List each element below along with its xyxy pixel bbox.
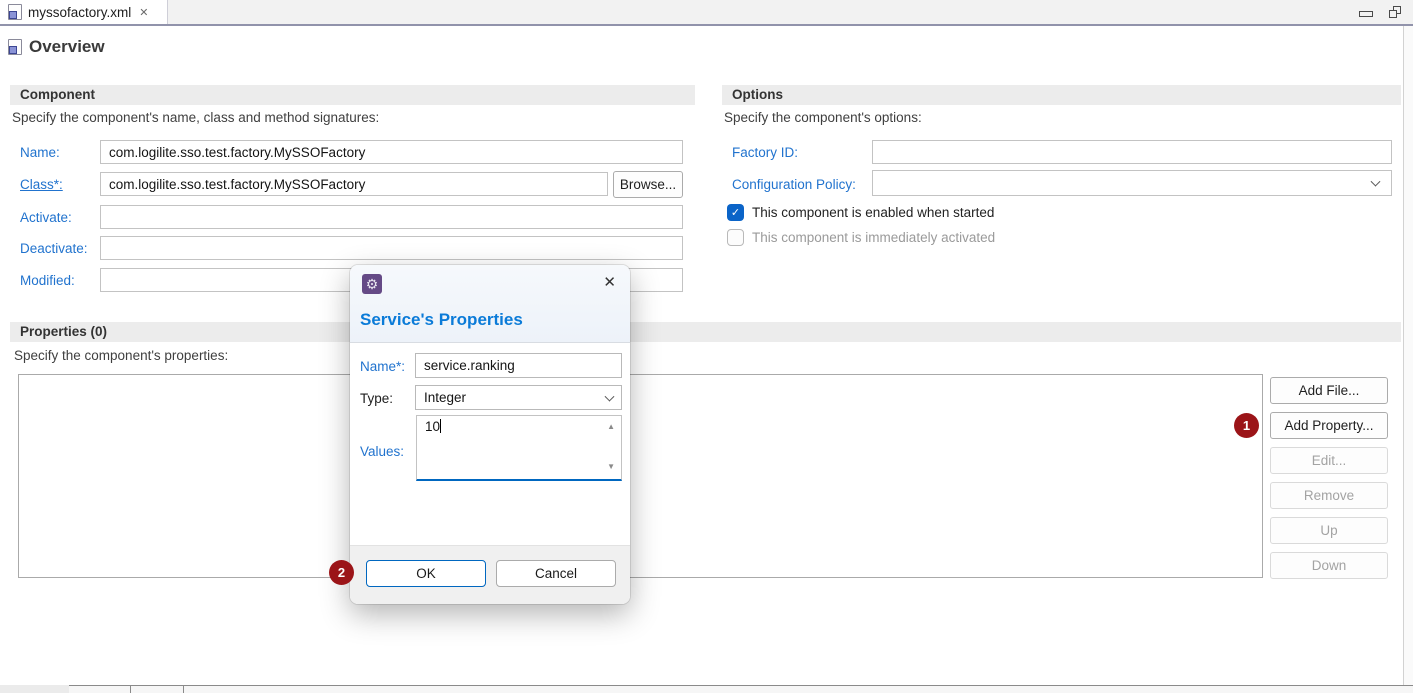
- page-title: Overview: [29, 37, 105, 57]
- chevron-down-icon: [605, 391, 615, 401]
- options-section-header: Options: [722, 85, 1401, 105]
- bottom-page-tabs[interactable]: [69, 685, 1413, 693]
- component-name-input[interactable]: [100, 140, 683, 164]
- dialog-close-icon[interactable]: ✕: [603, 273, 616, 291]
- scroll-up-icon[interactable]: ▲: [607, 422, 615, 431]
- dialog-values-textarea[interactable]: 10 ▲ ▼: [416, 415, 622, 481]
- editor-window: myssofactory.xml ✕ Overview Component Sp…: [0, 0, 1413, 693]
- properties-list[interactable]: [18, 374, 1263, 578]
- chevron-down-icon: [1371, 177, 1381, 187]
- overview-icon: [8, 39, 22, 55]
- class-label-link[interactable]: Class*:: [20, 177, 63, 192]
- bottom-page-tab-strip: [0, 685, 1413, 693]
- component-section-subtitle: Specify the component's name, class and …: [12, 110, 379, 125]
- dialog-footer: OK Cancel: [350, 545, 630, 604]
- down-button[interactable]: Down: [1270, 552, 1388, 579]
- add-file-button[interactable]: Add File...: [1270, 377, 1388, 404]
- cancel-button[interactable]: Cancel: [496, 560, 616, 587]
- scroll-down-icon[interactable]: ▼: [607, 462, 615, 471]
- ok-button[interactable]: OK: [366, 560, 486, 587]
- enabled-checkbox-row: ✓ This component is enabled when started: [727, 204, 994, 221]
- restore-icon[interactable]: [1389, 6, 1401, 18]
- minimize-icon[interactable]: [1359, 11, 1373, 17]
- properties-section-header: Properties (0): [10, 322, 1401, 342]
- factory-id-label: Factory ID:: [732, 145, 798, 160]
- dialog-type-select[interactable]: Integer: [415, 385, 622, 410]
- tab-myssofactory[interactable]: myssofactory.xml ✕: [0, 0, 168, 24]
- enabled-checkbox[interactable]: ✓: [727, 204, 744, 221]
- browse-button[interactable]: Browse...: [613, 171, 683, 198]
- activate-label: Activate:: [20, 210, 72, 225]
- page-title-row: Overview: [8, 37, 105, 57]
- name-label: Name:: [20, 145, 60, 160]
- remove-button[interactable]: Remove: [1270, 482, 1388, 509]
- add-property-button[interactable]: Add Property...: [1270, 412, 1388, 439]
- dialog-name-label: Name*:: [360, 359, 405, 374]
- component-deactivate-input[interactable]: [100, 236, 683, 260]
- component-activate-input[interactable]: [100, 205, 683, 229]
- text-caret: [440, 419, 441, 433]
- xml-file-icon: [8, 4, 22, 20]
- component-section-header: Component: [10, 85, 695, 105]
- dialog-name-input[interactable]: [415, 353, 622, 378]
- gear-icon: ⚙: [362, 274, 382, 294]
- editor-scrollbar-gutter[interactable]: [1403, 26, 1413, 685]
- enabled-checkbox-label: This component is enabled when started: [752, 205, 994, 220]
- configuration-policy-label: Configuration Policy:: [732, 177, 856, 192]
- dialog-header: ⚙ ✕ Service's Properties: [350, 265, 630, 343]
- deactivate-label: Deactivate:: [20, 241, 88, 256]
- view-controls: [1359, 6, 1401, 18]
- dialog-type-label: Type:: [360, 391, 393, 406]
- editor-tab-bar: myssofactory.xml ✕: [0, 0, 1413, 26]
- services-properties-dialog: ⚙ ✕ Service's Properties Name*: Type: In…: [350, 265, 630, 604]
- configuration-policy-select[interactable]: [872, 170, 1392, 196]
- immediate-checkbox-row: This component is immediately activated: [727, 229, 995, 246]
- tab-title: myssofactory.xml: [28, 5, 131, 20]
- edit-button[interactable]: Edit...: [1270, 447, 1388, 474]
- component-class-input[interactable]: [100, 172, 608, 196]
- modified-label: Modified:: [20, 273, 75, 288]
- immediate-checkbox-label: This component is immediately activated: [752, 230, 995, 245]
- dialog-values-label: Values:: [360, 444, 404, 459]
- step-badge-2: 2: [329, 560, 354, 585]
- immediate-checkbox[interactable]: [727, 229, 744, 246]
- tab-close-icon[interactable]: ✕: [139, 6, 148, 19]
- up-button[interactable]: Up: [1270, 517, 1388, 544]
- check-icon: ✓: [731, 206, 740, 219]
- factory-id-input[interactable]: [872, 140, 1392, 164]
- properties-section-subtitle: Specify the component's properties:: [14, 348, 228, 363]
- options-section-subtitle: Specify the component's options:: [724, 110, 922, 125]
- step-badge-1: 1: [1234, 413, 1259, 438]
- dialog-title: Service's Properties: [360, 310, 523, 330]
